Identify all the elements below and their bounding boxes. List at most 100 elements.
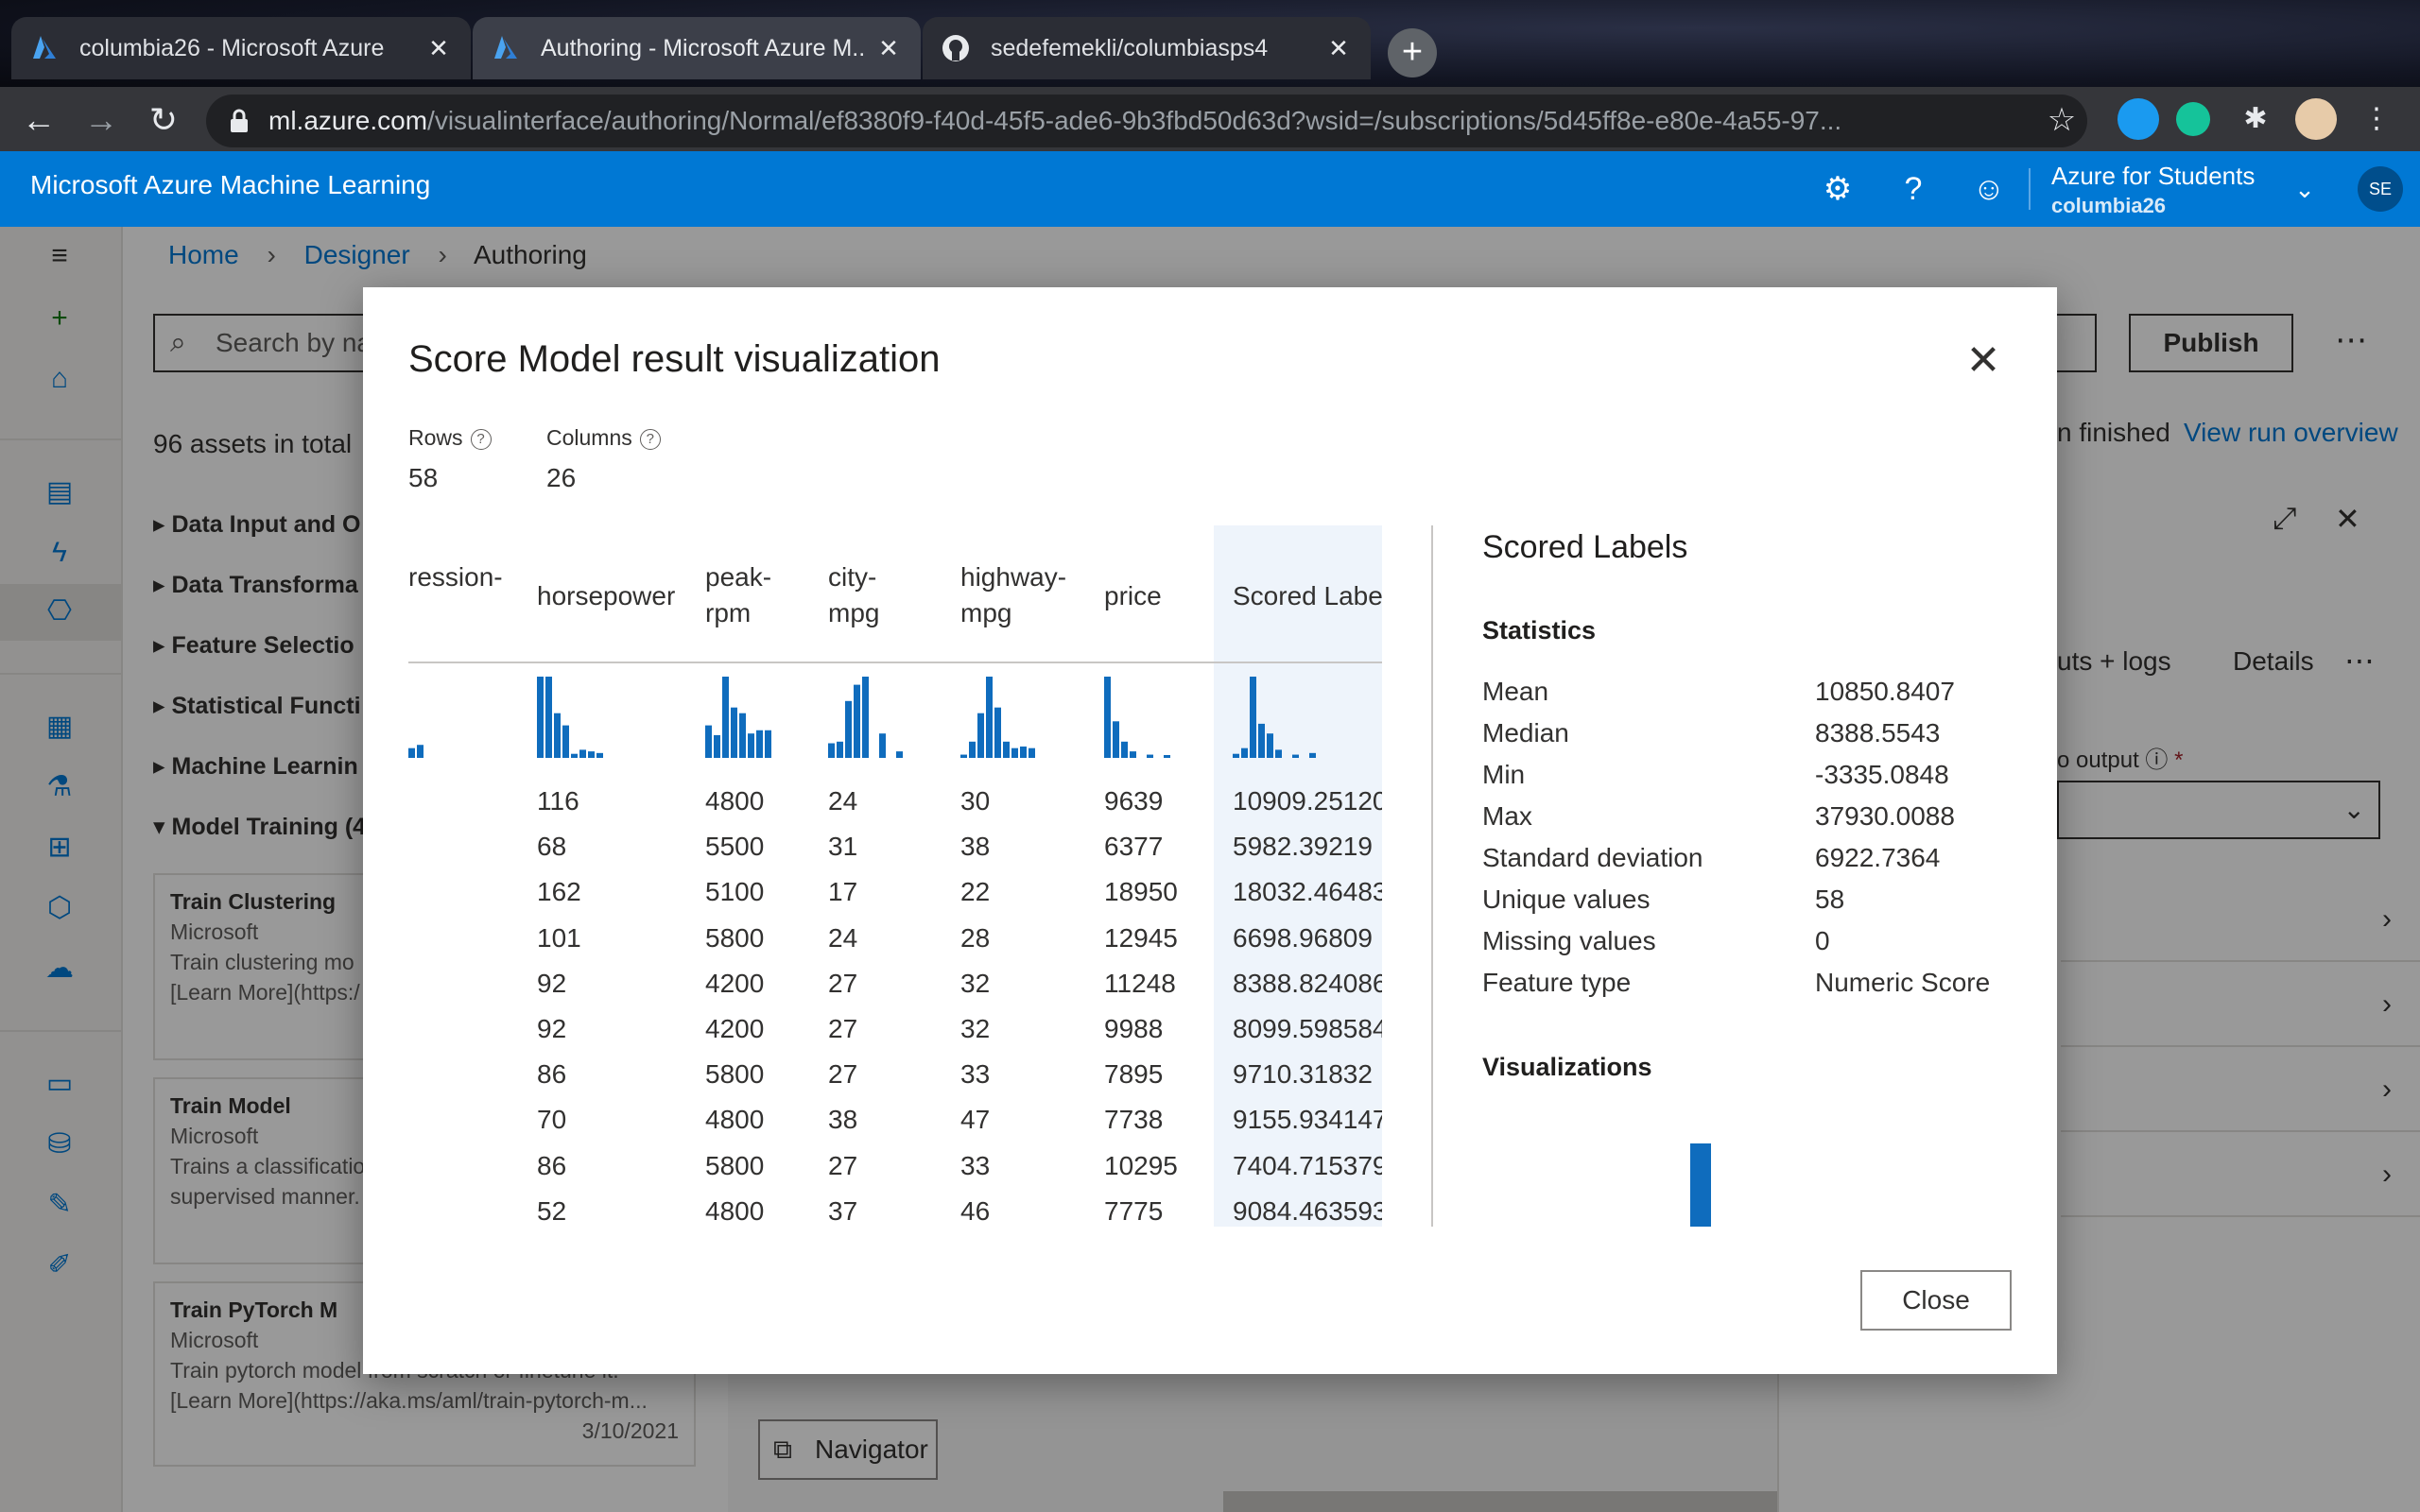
- close-tab-icon[interactable]: ✕: [1325, 35, 1352, 61]
- columns-label: Columns?: [546, 425, 661, 451]
- histogram-bar: [1121, 741, 1128, 758]
- info-icon[interactable]: ?: [470, 428, 492, 450]
- rows-label-text: Rows: [408, 425, 463, 450]
- rows-value: 58: [408, 463, 439, 492]
- table-cell: 46: [960, 1195, 991, 1226]
- account-switcher[interactable]: Azure for Students columbia26: [2051, 161, 2255, 221]
- bookmark-star-icon[interactable]: ☆: [2038, 96, 2085, 144]
- histogram-bar: [1267, 733, 1273, 758]
- table-cell: 10909.251209: [1233, 786, 1382, 816]
- statistic-label: Unique values: [1482, 885, 1651, 914]
- histogram-bar: [1164, 755, 1170, 758]
- histogram-bar: [705, 725, 712, 758]
- histogram-bar: [571, 753, 578, 758]
- header-divider: [2029, 168, 2031, 210]
- close-button[interactable]: Close: [1860, 1270, 2012, 1331]
- table-cell: 27: [828, 1150, 858, 1180]
- close-tab-icon[interactable]: ✕: [875, 35, 902, 61]
- column-header[interactable]: city-mpg: [828, 559, 932, 631]
- extensions-puzzle-icon[interactable]: ✱: [2235, 98, 2276, 140]
- column-header[interactable]: Scored Labels: [1233, 578, 1382, 614]
- browser-menu-icon[interactable]: ⋮: [2356, 98, 2397, 140]
- histogram-bar: [714, 734, 720, 758]
- histogram-bar: [994, 707, 1001, 758]
- visualizations-heading: Visualizations: [1482, 1053, 1652, 1081]
- user-avatar[interactable]: SE: [2358, 166, 2403, 212]
- histogram-bar: [579, 749, 586, 758]
- grammarly-extension-icon[interactable]: [2176, 102, 2210, 136]
- table-cell: 4200: [705, 968, 765, 998]
- statistic-value: 10850.8407: [1815, 677, 1955, 706]
- statistic-value: 0: [1815, 926, 1830, 955]
- tab-title: sedefemekli/columbiasps4: [991, 34, 1269, 61]
- table-cell: 33: [960, 1150, 991, 1180]
- pane-divider: [1431, 525, 1433, 1227]
- histogram-bar: [854, 684, 860, 758]
- histogram-bar: [765, 730, 771, 758]
- table-cell: 27: [828, 1014, 858, 1043]
- histogram-bar: [1104, 677, 1111, 758]
- profile-avatar[interactable]: [2295, 98, 2337, 140]
- browser-tab-authoring[interactable]: Authoring - Microsoft Azure M... ✕: [473, 17, 921, 79]
- column-detail-title: Scored Labels: [1482, 529, 1688, 565]
- table-cell: 86: [537, 1150, 567, 1180]
- new-tab-button[interactable]: +: [1388, 28, 1437, 77]
- histogram-bar: [828, 743, 835, 758]
- reload-icon[interactable]: ↻: [140, 96, 187, 144]
- help-icon[interactable]: ?: [1893, 168, 1934, 210]
- extension-m-icon[interactable]: [2118, 98, 2159, 140]
- table-cell: 101: [537, 922, 581, 953]
- close-icon[interactable]: ✕: [1959, 336, 2008, 386]
- column-header[interactable]: highway-mpg: [960, 559, 1083, 631]
- column-header[interactable]: peak-rpm: [705, 559, 809, 631]
- table-cell: 7775: [1104, 1195, 1164, 1226]
- table-cell: 9988: [1104, 1014, 1164, 1043]
- browser-tab-github[interactable]: sedefemekli/columbiasps4 ✕: [923, 17, 1371, 79]
- chevron-down-icon[interactable]: ⌄: [2284, 168, 2325, 210]
- table-cell: 10295: [1104, 1150, 1178, 1180]
- statistic-label: Max: [1482, 801, 1532, 831]
- histogram-bar: [1258, 723, 1265, 758]
- table-cell: 38: [960, 832, 991, 862]
- statistic-value: 37930.0088: [1815, 801, 1955, 831]
- table-cell: 5100: [705, 877, 765, 907]
- table-cell: 38: [828, 1105, 858, 1135]
- table-cell: 5800: [705, 1059, 765, 1090]
- histogram-bar: [837, 741, 843, 758]
- column-header[interactable]: horsepower: [537, 578, 679, 614]
- feedback-smiley-icon[interactable]: ☺: [1968, 168, 2010, 210]
- histogram-bar: [977, 713, 984, 758]
- column-header[interactable]: price: [1104, 578, 1199, 614]
- histogram-bar: [986, 677, 993, 758]
- column-header[interactable]: ression-: [408, 559, 512, 595]
- table-cell: 7404.715379: [1233, 1150, 1382, 1180]
- table-cell: 32: [960, 1014, 991, 1043]
- histogram-bar: [845, 700, 852, 758]
- address-bar[interactable]: ml.azure.com/visualinterface/authoring/N…: [206, 94, 2087, 147]
- histogram-bar: [1292, 754, 1299, 758]
- statistic-label: Standard deviation: [1482, 843, 1703, 872]
- histogram-bar: [1147, 754, 1153, 758]
- statistic-value: -3335.0848: [1815, 760, 1949, 789]
- table-cell: 24: [828, 922, 858, 953]
- statistics-heading: Statistics: [1482, 616, 1597, 644]
- statistic-value: 8388.5543: [1815, 718, 1941, 747]
- settings-gear-icon[interactable]: ⚙: [1817, 168, 1858, 210]
- table-cell: 5982.39219: [1233, 832, 1373, 862]
- table-cell: 4800: [705, 1105, 765, 1135]
- data-grid[interactable]: ression-horsepower peak-rpm city-mpg highwa…: [408, 525, 1382, 1227]
- close-tab-icon[interactable]: ✕: [425, 35, 452, 61]
- back-icon[interactable]: ←: [15, 96, 62, 144]
- table-cell: 5800: [705, 1150, 765, 1180]
- statistic-label: Median: [1482, 718, 1569, 747]
- table-cell: 30: [960, 786, 991, 816]
- info-icon[interactable]: ?: [639, 428, 661, 450]
- table-cell: 8388.824086: [1233, 968, 1382, 998]
- histogram-bar: [554, 713, 561, 758]
- histogram-bar: [408, 747, 415, 758]
- table-cell: 4800: [705, 786, 765, 816]
- browser-tab-azure[interactable]: columbia26 - Microsoft Azure ✕: [11, 17, 471, 79]
- column-histogram: [705, 677, 773, 767]
- columns-label-text: Columns: [546, 425, 632, 450]
- forward-icon[interactable]: →: [78, 96, 125, 144]
